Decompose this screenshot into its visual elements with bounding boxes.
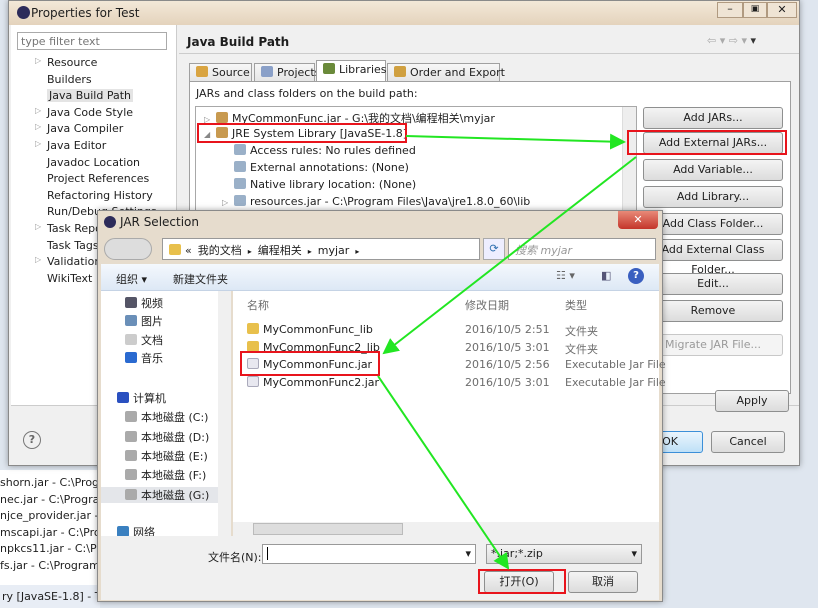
highlight-open-button [478,569,566,594]
annotation-overlay [197,123,787,594]
arrow-3 [377,375,510,570]
highlight-jar-file [240,351,380,376]
arrow-1 [405,133,626,150]
highlight-add-external-jars [627,130,787,155]
arrow-2 [382,156,637,355]
highlight-jre-library [197,123,407,143]
